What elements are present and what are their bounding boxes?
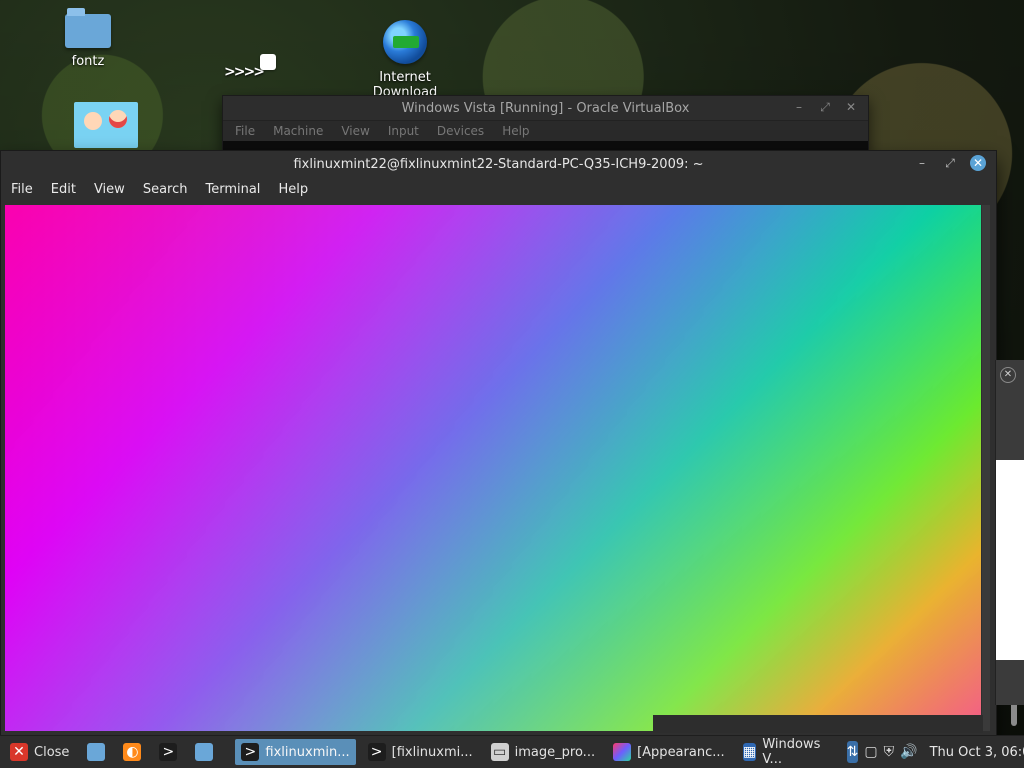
terminal-output-area[interactable] bbox=[5, 205, 981, 731]
menu-search[interactable]: Search bbox=[143, 182, 188, 197]
window-title: Windows Vista [Running] - Oracle Virtual… bbox=[401, 100, 690, 116]
terminal-scrollbar[interactable] bbox=[982, 205, 990, 731]
menu-file[interactable]: File bbox=[11, 182, 33, 197]
terminal-icon: > bbox=[367, 743, 386, 761]
menu-view[interactable]: View bbox=[94, 182, 125, 197]
shortcut-arrows-icon: >>>> bbox=[224, 64, 265, 80]
folder-icon bbox=[65, 8, 111, 48]
menu-file[interactable]: File bbox=[235, 124, 255, 138]
menu-devices[interactable]: Devices bbox=[437, 124, 484, 138]
virtualbox-title-bar[interactable]: Windows Vista [Running] - Oracle Virtual… bbox=[223, 96, 868, 120]
taskbar-task-virtualbox[interactable]: ▦ Windows V... bbox=[737, 737, 831, 767]
menu-help[interactable]: Help bbox=[502, 124, 529, 138]
appearance-icon bbox=[613, 743, 632, 761]
files-launcher[interactable] bbox=[189, 739, 219, 765]
terminal-icon: > bbox=[159, 743, 178, 761]
terminal-title-bar[interactable]: fixlinuxmint22@fixlinuxmint22-Standard-P… bbox=[1, 151, 996, 177]
close-icon[interactable]: ✕ bbox=[1000, 367, 1016, 383]
terminal-menubar: File Edit View Search Terminal Help bbox=[1, 177, 996, 201]
minimize-icon[interactable]: – bbox=[914, 155, 930, 171]
lock-icon bbox=[260, 54, 276, 70]
minimize-icon[interactable]: – bbox=[792, 100, 806, 114]
close-icon[interactable]: ✕ bbox=[844, 100, 858, 114]
menu-view[interactable]: View bbox=[341, 124, 369, 138]
taskbar-task-label: fixlinuxmin... bbox=[265, 744, 350, 760]
close-button[interactable]: ✕ Close bbox=[4, 739, 75, 765]
show-desktop-icon bbox=[87, 743, 106, 761]
taskbar-task-label: Windows V... bbox=[762, 737, 821, 767]
cartoon-thumbnail-icon bbox=[74, 102, 138, 148]
taskbar: ✕ Close ◐ > > fixlinuxmin... > [fixlinux… bbox=[0, 735, 1024, 768]
menu-machine[interactable]: Machine bbox=[273, 124, 323, 138]
note-icon[interactable]: ▢ bbox=[864, 741, 877, 763]
taskbar-task-label: [fixlinuxmi... bbox=[391, 744, 473, 760]
desktop-icon-label: fontz bbox=[71, 54, 105, 69]
firefox-icon: ◐ bbox=[123, 743, 142, 761]
close-icon[interactable]: ✕ bbox=[970, 155, 986, 171]
window-title: fixlinuxmint22@fixlinuxmint22-Standard-P… bbox=[293, 156, 704, 172]
partial-window-content bbox=[996, 460, 1024, 660]
virtualbox-icon: ▦ bbox=[742, 743, 757, 761]
close-x-icon: ✕ bbox=[10, 743, 28, 761]
taskbar-task-terminal-1[interactable]: > fixlinuxmin... bbox=[235, 739, 356, 765]
terminal-bottom-bar bbox=[653, 715, 983, 733]
firefox-launcher[interactable]: ◐ bbox=[117, 739, 147, 765]
clock[interactable]: Thu Oct 3, 06:04 bbox=[930, 745, 1024, 760]
taskbar-task-appearance[interactable]: [Appearanc... bbox=[607, 739, 731, 765]
menu-terminal[interactable]: Terminal bbox=[205, 182, 260, 197]
internet-download-manager-icon bbox=[383, 20, 427, 64]
window-controls: – ⤢ ✕ bbox=[914, 155, 986, 171]
partial-window-edge[interactable] bbox=[995, 360, 1024, 705]
desktop-icon-fontz[interactable]: fontz bbox=[38, 8, 138, 69]
menu-input[interactable]: Input bbox=[388, 124, 419, 138]
terminal-launcher[interactable]: > bbox=[153, 739, 183, 765]
terminal-window[interactable]: fixlinuxmint22@fixlinuxmint22-Standard-P… bbox=[0, 150, 997, 737]
maximize-icon[interactable]: ⤢ bbox=[942, 155, 958, 171]
network-icon[interactable]: ⇅ bbox=[846, 741, 859, 763]
terminal-icon: > bbox=[241, 743, 260, 761]
virtualbox-menubar: File Machine View Input Devices Help bbox=[223, 120, 868, 141]
taskbar-task-image[interactable]: ▭ image_pro... bbox=[485, 739, 601, 765]
taskbar-task-label: image_pro... bbox=[514, 744, 596, 760]
taskbar-task-terminal-2[interactable]: > [fixlinuxmi... bbox=[362, 739, 479, 765]
window-controls: – ⤢ ✕ bbox=[792, 100, 858, 114]
desktop-icon-image-thumbnail[interactable] bbox=[56, 102, 156, 150]
virtualbox-window[interactable]: Windows Vista [Running] - Oracle Virtual… bbox=[222, 95, 869, 152]
shield-icon[interactable]: ⛨ bbox=[884, 741, 895, 763]
show-desktop-button[interactable] bbox=[81, 739, 111, 765]
menu-edit[interactable]: Edit bbox=[51, 182, 76, 197]
image-icon: ▭ bbox=[490, 743, 509, 761]
close-label: Close bbox=[34, 744, 70, 760]
volume-icon[interactable]: 🔊 bbox=[900, 741, 917, 763]
folder-icon bbox=[195, 743, 214, 761]
restore-icon[interactable]: ⤢ bbox=[818, 100, 832, 114]
taskbar-task-label: [Appearanc... bbox=[637, 744, 725, 760]
menu-help[interactable]: Help bbox=[278, 182, 308, 197]
